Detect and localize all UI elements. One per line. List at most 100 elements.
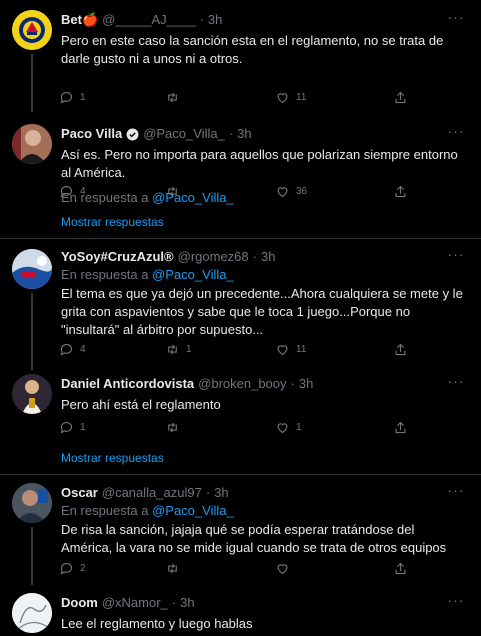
reply-prefix: En respuesta a: [61, 267, 149, 282]
timestamp[interactable]: 3h: [214, 485, 228, 501]
timestamp[interactable]: 3h: [261, 249, 275, 265]
show-replies-row[interactable]: Mostrar respuestas: [0, 208, 481, 238]
author-handle[interactable]: @_____AJ____: [102, 12, 195, 28]
retweet-icon: [168, 344, 177, 355]
like-count: 11: [296, 92, 307, 103]
reply-icon: [60, 562, 73, 575]
share-icon: [395, 343, 406, 356]
reply-handle-link[interactable]: @Paco_Villa_: [152, 190, 234, 205]
dot-separator: ·: [290, 376, 295, 391]
reply-button[interactable]: 4: [59, 342, 86, 357]
reply-count: 1: [80, 92, 86, 103]
reply-handle-link[interactable]: @Paco_Villa_: [152, 267, 234, 282]
reply-handle-link[interactable]: @Paco_Villa_: [152, 503, 234, 518]
timestamp[interactable]: 3h: [208, 12, 222, 28]
share-icon: [395, 91, 406, 104]
person-photo-icon: [12, 124, 52, 164]
show-replies-row[interactable]: Mostrar respuestas: [0, 444, 481, 474]
author-name[interactable]: Doom: [61, 595, 98, 611]
avatar[interactable]: [12, 10, 52, 50]
tweet-text: Así es. Pero no importa para aquellos qu…: [61, 147, 458, 180]
retweet-button[interactable]: [165, 420, 186, 435]
like-button[interactable]: 11: [275, 342, 306, 357]
author-name[interactable]: YoSoy#CruzAzul®: [61, 249, 174, 265]
author-name[interactable]: Paco Villa: [61, 126, 122, 142]
reply-button[interactable]: 1: [59, 420, 86, 435]
reply-count: 4: [80, 344, 86, 355]
avatar[interactable]: [12, 124, 52, 164]
like-button[interactable]: 1: [275, 420, 302, 435]
tweet-actions: 1 11: [59, 90, 406, 108]
reply-button[interactable]: 2: [59, 561, 86, 576]
tweet-text: Pero en este caso la sanción esta en el …: [61, 33, 444, 66]
reply-context: En respuesta a @Paco_Villa_: [61, 267, 465, 283]
like-button[interactable]: 11: [275, 90, 306, 105]
share-icon: [395, 421, 406, 434]
tweet-actions: 2: [59, 561, 406, 579]
tweet-text: Pero ahí está el reglamento: [61, 397, 221, 412]
avatar[interactable]: [12, 593, 52, 633]
more-options-icon[interactable]: ···: [447, 483, 465, 499]
person-photo-icon: [12, 483, 52, 523]
dot-separator: ·: [199, 12, 204, 27]
reply-icon: [60, 91, 73, 104]
reply-context: En respuesta a @Paco_Villa_: [61, 190, 465, 206]
avatar[interactable]: [12, 249, 52, 289]
tweet-yosoycruzazul[interactable]: YoSoy#CruzAzul® @rgomez68 · 3h En respue…: [0, 239, 481, 370]
author-handle[interactable]: @broken_booy: [198, 376, 286, 392]
retweet-button[interactable]: 1: [165, 342, 192, 357]
more-options-icon[interactable]: ···: [447, 593, 465, 609]
heart-icon: [277, 564, 288, 575]
more-options-icon[interactable]: ···: [447, 247, 465, 263]
author-name[interactable]: Oscar: [61, 485, 98, 501]
retweet-icon: [168, 422, 177, 433]
share-button[interactable]: [393, 90, 408, 105]
tweet-actions: 4 1 11: [59, 342, 406, 360]
retweet-icon: [168, 92, 177, 103]
avatar[interactable]: [12, 483, 52, 523]
thread-connector: [31, 527, 33, 585]
reply-context: En respuesta a @Paco_Villa_: [61, 503, 465, 519]
more-options-icon[interactable]: ···: [447, 374, 465, 390]
reply-icon: [60, 343, 73, 356]
like-button[interactable]: [275, 561, 296, 576]
heart-icon: [277, 423, 288, 434]
more-options-icon[interactable]: ···: [447, 124, 465, 140]
tweet-text: El tema es que ya dejó un precedente...A…: [61, 286, 463, 337]
timestamp[interactable]: 3h: [299, 376, 313, 392]
timestamp[interactable]: 3h: [237, 126, 251, 142]
tweet-bet[interactable]: Bet🍎 @_____AJ____ · 3h Pero en este caso…: [0, 0, 481, 112]
share-button[interactable]: [393, 420, 408, 435]
share-button[interactable]: [393, 561, 408, 576]
author-handle[interactable]: @rgomez68: [178, 249, 249, 265]
reply-button[interactable]: 1: [59, 90, 86, 105]
tweet-actions: 1 1: [59, 420, 406, 438]
retweet-count: 1: [186, 344, 192, 355]
dot-separator: ·: [228, 126, 234, 141]
author-handle[interactable]: @xNamor_: [102, 595, 168, 611]
reply-prefix: En respuesta a: [61, 190, 149, 205]
author-name[interactable]: Bet🍎: [61, 12, 98, 28]
author-handle[interactable]: @canalla_azul97: [102, 485, 202, 501]
author-handle[interactable]: @Paco_Villa_: [143, 126, 225, 142]
retweet-button[interactable]: [165, 561, 186, 576]
heart-icon: [277, 93, 288, 104]
heart-icon: [277, 345, 288, 356]
america-crest-icon: [12, 10, 52, 50]
tweet-text: De risa la sanción, jajaja qué se podía …: [61, 522, 447, 555]
timestamp[interactable]: 3h: [180, 595, 194, 611]
tweet-oscar[interactable]: Oscar @canalla_azul97 · 3h En respuesta …: [0, 475, 481, 585]
show-replies-link[interactable]: Mostrar respuestas: [61, 215, 164, 229]
avatar[interactable]: [12, 374, 52, 414]
more-options-icon[interactable]: ···: [447, 10, 465, 26]
show-replies-link[interactable]: Mostrar respuestas: [61, 451, 164, 465]
person-photo-icon: [12, 374, 52, 414]
tweet-thread-feed: Bet🍎 @_____AJ____ · 3h Pero en este caso…: [0, 0, 481, 636]
retweet-button[interactable]: [165, 90, 186, 105]
tweet-doom[interactable]: Doom @xNamor_ · 3h Lee el reglamento y l…: [0, 585, 481, 636]
dot-separator: ·: [171, 595, 177, 610]
dot-separator: ·: [252, 249, 257, 264]
tweet-daniel-anticordovista[interactable]: Daniel Anticordovista @broken_booy · 3h …: [0, 370, 481, 444]
author-name[interactable]: Daniel Anticordovista: [61, 376, 194, 392]
share-button[interactable]: [393, 342, 408, 357]
